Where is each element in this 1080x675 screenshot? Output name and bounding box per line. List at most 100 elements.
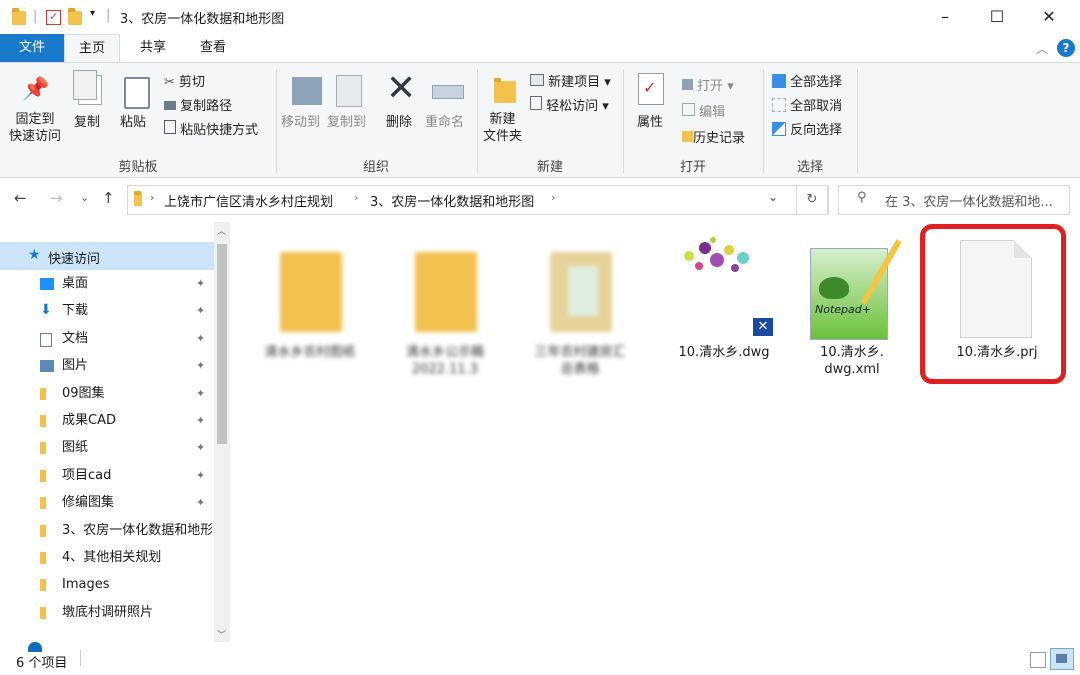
move-to-icon [292, 77, 322, 105]
delete-button[interactable]: 删除 [386, 111, 412, 130]
edit-icon [682, 103, 695, 116]
copy-path-button[interactable]: 复制路径 [164, 95, 232, 114]
shortcut-icon [164, 120, 176, 134]
navigation-pane: ★ 快速访问 桌面 ✦ ⬇ 下载 ✦ 文档 ✦ 图片 ✦ 09图集 ✦ 成果CAD ✦ 图纸 ✦ 项目cad ✦… [0, 222, 230, 652]
close-button[interactable]: ✕ [1026, 0, 1072, 34]
copy-button[interactable]: 复制 [74, 111, 100, 130]
select-all-button[interactable]: 全部选择 [772, 71, 842, 90]
file-item[interactable]: ✕ 10.清水乡.dwg [665, 232, 783, 382]
nav-item[interactable]: 修编图集 ✦ [0, 489, 214, 516]
pin-quick-access-button[interactable]: 固定到 快速访问 [4, 111, 66, 145]
nav-item[interactable]: 图纸 ✦ [0, 434, 214, 461]
up-arrow-icon[interactable]: ↑ [102, 189, 115, 207]
history-button[interactable]: 历史记录 [682, 127, 745, 146]
nav-item[interactable]: 09图集 ✦ [0, 380, 214, 407]
file-item[interactable]: 三年农村建房汇总表格 [530, 242, 630, 392]
breadcrumb-chevron-icon: › [551, 191, 556, 204]
search-placeholder: 在 3、农房一体化数据和地... [885, 195, 1053, 210]
edit-button[interactable]: 编辑 [682, 101, 725, 120]
refresh-icon[interactable]: ↻ [796, 185, 828, 215]
folder-icon [12, 8, 26, 25]
details-view-icon[interactable] [1030, 652, 1046, 668]
address-dropdown-icon[interactable]: ⌄ [768, 190, 778, 204]
status-bar: 6 个项目 [0, 642, 1080, 675]
divider: | [33, 9, 38, 24]
scroll-up-icon[interactable]: ︿ [217, 224, 226, 237]
paste-button[interactable]: 粘贴 [120, 111, 146, 130]
new-item-icon [530, 74, 544, 86]
nav-item[interactable]: Images [0, 571, 214, 598]
breadcrumb-item[interactable]: 上饶市广信区清水乡村庄规划 [164, 191, 333, 210]
nav-item[interactable]: 项目cad ✦ [0, 462, 214, 489]
copy-to-button[interactable]: 复制到 [327, 111, 366, 130]
folder-icon [280, 252, 342, 332]
new-folder-icon [494, 78, 516, 103]
easy-access-button[interactable]: 轻松访问 ▾ [530, 95, 609, 114]
breadcrumb-item[interactable]: 3、农房一体化数据和地形图 [370, 191, 534, 210]
minimize-button[interactable]: – [922, 0, 968, 34]
collapse-ribbon-icon[interactable]: ︿ [1036, 40, 1048, 57]
tab-home[interactable]: 主页 [64, 34, 121, 63]
folder-icon [40, 415, 46, 427]
rename-button[interactable]: 重命名 [425, 111, 464, 130]
file-item[interactable]: Notepad+ 10.清水乡. dwg.xml [798, 232, 918, 392]
new-item-button[interactable]: 新建项目 ▾ [530, 71, 611, 90]
nav-item-label: 项目cad [62, 467, 112, 483]
new-folder-quick-icon[interactable] [68, 8, 82, 25]
nav-item[interactable]: 3、农房一体化数据和地形 [0, 517, 214, 544]
nav-item[interactable]: 图片 ✦ [0, 352, 214, 379]
pin-icon: ✦ [196, 414, 206, 427]
nav-item[interactable]: 文档 ✦ [0, 325, 214, 352]
file-item[interactable]: 清水乡公示稿 2022.11.3 [395, 242, 495, 392]
help-icon[interactable]: ? [1057, 39, 1075, 57]
folder-icon [40, 387, 46, 400]
history-label: 历史记录 [693, 131, 746, 146]
checkbox-icon[interactable]: ✓ [46, 10, 61, 25]
nav-item-label: 成果CAD [62, 413, 116, 428]
file-item[interactable]: 清水乡农村图纸 [260, 242, 360, 392]
large-icons-view-icon[interactable] [1050, 648, 1074, 670]
quick-access-dropdown-icon[interactable]: ▾ [90, 8, 95, 19]
file-generic-icon [960, 240, 1032, 338]
folder-icon [415, 252, 477, 332]
cut-button[interactable]: ✂ 剪切 [164, 71, 205, 90]
file-item[interactable]: 10.清水乡.prj [942, 232, 1062, 382]
recent-locations-chevron-icon[interactable]: ⌄ [80, 191, 89, 204]
move-to-button[interactable]: 移动到 [281, 111, 320, 130]
new-folder-button[interactable]: 新建 文件夹 [483, 111, 522, 145]
back-arrow-icon[interactable]: ← [14, 189, 27, 207]
address-bar[interactable]: › 上饶市广信区清水乡村庄规划 › 3、农房一体化数据和地形图 › ⌄ [127, 185, 829, 215]
desktop-icon [40, 278, 54, 290]
search-input[interactable]: ⚲ 在 3、农房一体化数据和地... [838, 185, 1070, 215]
paste-shortcut-button[interactable]: 粘贴快捷方式 [164, 119, 258, 138]
nav-scrollbar[interactable]: ︿ ﹀ [214, 222, 230, 642]
tab-file[interactable]: 文件 [0, 34, 64, 62]
maximize-button[interactable]: ☐ [974, 0, 1020, 34]
nav-item[interactable]: 成果CAD ✦ [0, 407, 214, 434]
file-name: 10.清水乡.prj [956, 345, 1038, 360]
delete-icon: ✕ [386, 68, 417, 109]
tab-view[interactable]: 查看 [186, 34, 240, 62]
tab-share[interactable]: 共享 [126, 34, 180, 62]
quick-access-item[interactable]: ★ 快速访问 [0, 242, 214, 270]
nav-item[interactable]: ⬇ 下载 ✦ [0, 297, 214, 324]
select-none-button[interactable]: 全部取消 [772, 95, 842, 114]
scroll-down-icon[interactable]: ﹀ [217, 628, 226, 641]
item-count: 6 个项目 [16, 656, 68, 671]
file-view: 清水乡农村图纸 清水乡公示稿 2022.11.3 三年农村建房汇总表格 ✕ 10… [230, 222, 1080, 642]
nav-item[interactable]: 4、其他相关规划 [0, 544, 214, 571]
nav-item[interactable]: 墩底村调研照片 [0, 599, 214, 626]
invert-selection-button[interactable]: 反向选择 [772, 119, 842, 138]
forward-arrow-icon[interactable]: → [50, 189, 63, 207]
folder-icon [40, 606, 46, 619]
path-icon [164, 101, 176, 110]
folder-icon [40, 497, 46, 510]
scroll-thumb[interactable] [217, 244, 227, 444]
open-button[interactable]: 打开 ▾ [682, 75, 734, 94]
properties-button[interactable]: 属性 [637, 111, 663, 130]
organize-group-label: 组织 [362, 160, 389, 175]
star-icon: ★ [28, 247, 41, 263]
folder-icon [40, 469, 46, 482]
pin-icon: ✦ [196, 359, 206, 373]
nav-item[interactable]: 桌面 ✦ [0, 270, 214, 297]
